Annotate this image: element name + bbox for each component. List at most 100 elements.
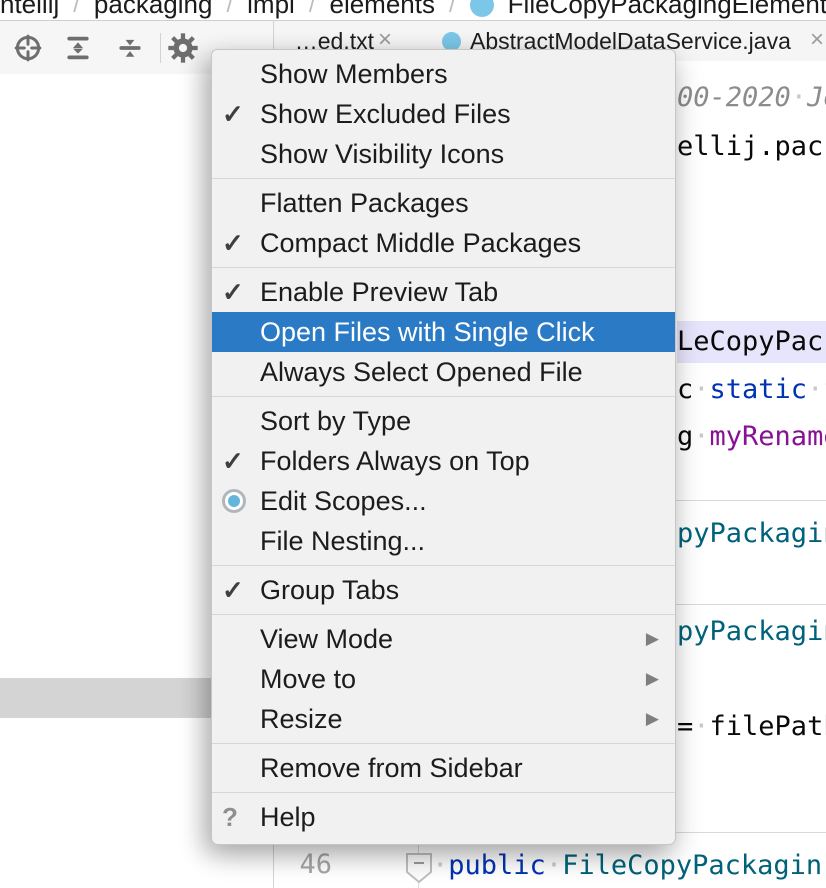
menu-separator [212,743,675,744]
code-token: filePath [710,711,826,742]
code-token: · [432,850,448,881]
menu-item-label: Enable Preview Tab [260,277,663,308]
code-line: ·public·FileCopyPackagin [432,845,826,887]
menu-item-label: Resize [260,704,646,735]
code-token: g [677,421,693,452]
breadcrumb-item-filecopypackagingelement[interactable]: FileCopyPackagingElement [508,0,826,20]
menu-item-label: Move to [260,664,646,695]
line-number: 46 [280,844,332,886]
code-token: ellij.pack [677,131,826,162]
breadcrumb-item-impl[interactable]: impl [247,0,295,20]
breadcrumb-items: ntellij / packaging / impl / elements / FileCopy… [0,0,826,20]
help-icon: ? [222,802,260,833]
identifier-highlight: LeCopyPack [677,321,826,363]
code-token: pyPackagin [677,616,826,647]
code-token: · [546,850,562,881]
menu-item-resize[interactable]: Resize▶ [212,699,675,739]
settings-gear-icon[interactable] [167,32,199,64]
breadcrumb-item-packaging[interactable]: packaging [94,0,213,20]
menu-item-sort-by-type[interactable]: Sort by Type [212,401,675,441]
breadcrumb: ntellij / packaging / impl / elements / FileCopy… [0,0,826,21]
code-line: g·myRename [677,416,826,458]
code-line: ellij.pack [677,126,826,168]
menu-item-label: File Nesting... [260,526,663,557]
menu-item-enable-preview-tab[interactable]: ✓Enable Preview Tab [212,272,675,312]
checkmark-icon: ✓ [222,99,260,130]
menu-item-label: View Mode [260,624,646,655]
menu-item-label: Show Members [260,59,663,90]
code-token: myRename [710,421,826,452]
code-token: FileCopyPackagin [562,850,822,881]
checkmark-icon: ✓ [222,228,260,259]
radio-icon [222,489,260,513]
breadcrumb-separator: / [449,0,456,19]
menu-item-label: Group Tabs [260,575,663,606]
code-token: static [710,374,808,405]
code-token: Je [807,82,826,113]
menu-separator [212,396,675,397]
menu-item-help[interactable]: ?Help [212,797,675,837]
menu-item-label: Remove from Sidebar [260,753,663,784]
breadcrumb-separator: / [73,0,80,19]
menu-item-label: Always Select Opened File [260,357,663,388]
code-line: pyPackagin [677,513,826,555]
menu-item-always-select-opened-file[interactable]: Always Select Opened File [212,352,675,392]
submenu-arrow-icon: ▶ [646,629,659,649]
code-line: pyPackagin [677,611,826,653]
checkmark-icon: ✓ [222,277,260,308]
menu-item-view-mode[interactable]: View Mode▶ [212,619,675,659]
fold-marker-icon[interactable] [405,852,433,888]
submenu-arrow-icon: ▶ [646,709,659,729]
menu-item-move-to[interactable]: Move to▶ [212,659,675,699]
collapse-all-icon[interactable] [114,32,146,64]
menu-item-label: Folders Always on Top [260,446,663,477]
menu-item-file-nesting[interactable]: File Nesting... [212,521,675,561]
expand-all-icon[interactable] [62,32,94,64]
checkmark-icon: ✓ [222,446,260,477]
menu-item-show-members[interactable]: Show Members [212,54,675,94]
code-token: · [791,82,807,113]
code-token: 00-2020 [677,82,791,113]
checkmark-icon: ✓ [222,575,260,606]
code-token: public [448,850,546,881]
menu-item-show-excluded-files[interactable]: ✓Show Excluded Files [212,94,675,134]
toolbar-divider [160,33,161,63]
menu-item-open-files-with-single-click[interactable]: Open Files with Single Click [212,312,675,352]
project-options-menu: Show Members ✓Show Excluded FilesShow Vis… [211,49,676,845]
menu-item-flatten-packages[interactable]: Flatten Packages [212,183,675,223]
menu-item-label: Help [260,802,663,833]
breadcrumb-separator: / [309,0,316,19]
class-icon [470,0,494,17]
submenu-arrow-icon: ▶ [646,669,659,689]
menu-item-label: Flatten Packages [260,188,663,219]
menu-item-compact-middle-packages[interactable]: ✓Compact Middle Packages [212,223,675,263]
menu-item-folders-always-on-top[interactable]: ✓Folders Always on Top [212,441,675,481]
code-token: · [693,421,709,452]
tab-close-icon[interactable]: × [810,21,824,61]
menu-separator [212,565,675,566]
menu-item-label: Compact Middle Packages [260,228,663,259]
menu-item-edit-scopes[interactable]: Edit Scopes... [212,481,675,521]
menu-separator [212,267,675,268]
breadcrumb-separator: / [226,0,233,19]
code-line: =·filePath [677,706,826,748]
menu-separator [212,792,675,793]
code-line: LeCopyPack [677,321,826,363]
ide-window: ntellij / packaging / impl / elements / FileCopy… [0,0,826,888]
code-line: 00-2020·Je [677,77,826,119]
code-token: = [677,711,693,742]
breadcrumb-item-ntellij[interactable]: ntellij [0,0,59,20]
menu-item-remove-from-sidebar[interactable]: Remove from Sidebar [212,748,675,788]
code-token: pyPackagin [677,518,826,549]
menu-item-group-tabs[interactable]: ✓Group Tabs [212,570,675,610]
code-token: · [693,374,709,405]
menu-item-label: Open Files with Single Click [260,317,663,348]
menu-separator [212,178,675,179]
menu-item-show-visibility-icons[interactable]: Show Visibility Icons [212,134,675,174]
code-token: · [807,374,823,405]
locate-target-icon[interactable] [12,32,44,64]
radio-outer [222,489,246,513]
breadcrumb-item-elements[interactable]: elements [329,0,435,20]
radio-inner [228,495,240,507]
code-token: · [693,711,709,742]
